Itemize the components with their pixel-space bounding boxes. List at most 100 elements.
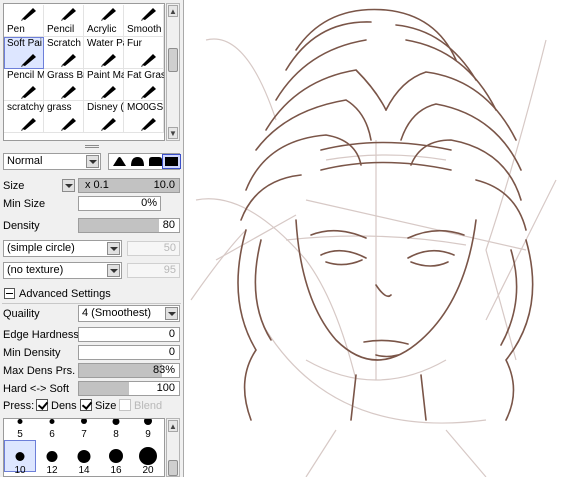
round-shape-icon[interactable]: [129, 155, 146, 168]
max-dens-prs-value: 83%: [152, 364, 175, 376]
max-dens-prs-fill: [79, 364, 162, 377]
tool-cell[interactable]: Fur: [124, 37, 164, 69]
tool-cell[interactable]: Acrylic: [84, 5, 124, 37]
quality-select[interactable]: 4 (Smoothest): [78, 305, 180, 322]
min-density-slider[interactable]: 0: [78, 345, 180, 360]
brush-dot-icon: [49, 419, 55, 424]
tool-cell[interactable]: Paint Ma: [84, 69, 124, 101]
tool-cell[interactable]: Pencil M: [4, 69, 44, 101]
tool-cell[interactable]: Smooth: [124, 5, 164, 37]
scroll-up-icon[interactable]: ▲: [168, 420, 178, 432]
brush-dot-icon: [46, 450, 58, 462]
tool-cell[interactable]: Disney (: [84, 101, 124, 133]
scratchy-brush-icon: [19, 115, 39, 131]
brush-shape-select[interactable]: (simple circle): [3, 240, 122, 257]
press-blend-label: Blend: [134, 400, 163, 412]
tool-label: Pencil: [47, 24, 75, 35]
texture-select[interactable]: (no texture): [3, 262, 122, 279]
size-slider[interactable]: x 0.1 10.0: [78, 178, 180, 193]
tool-cell[interactable]: Water Pa: [84, 37, 124, 69]
tool-cell[interactable]: Fat Gras: [124, 69, 164, 101]
size-multiplier-dropdown[interactable]: [62, 179, 75, 192]
chevron-down-icon[interactable]: [86, 155, 99, 168]
size-preset[interactable]: 14: [68, 440, 100, 476]
tool-cell[interactable]: Scratch I: [44, 37, 84, 69]
quality-label: Quaility: [3, 308, 40, 320]
tool-cell[interactable]: Soft Pai: [4, 37, 44, 69]
brush-dot-icon: [112, 419, 120, 425]
drawing-canvas[interactable]: [186, 0, 563, 477]
max-dens-prs-slider[interactable]: 83%: [78, 363, 180, 378]
grass-brush-icon: [59, 83, 79, 99]
scroll-thumb[interactable]: [168, 460, 178, 476]
edge-hardness-slider[interactable]: 0: [78, 327, 180, 342]
scroll-up-icon[interactable]: ▲: [168, 5, 178, 17]
press-size-checkbox[interactable]: [80, 399, 92, 411]
flat-shape-icon[interactable]: [111, 155, 128, 168]
tool-label: Disney (: [87, 102, 124, 113]
size-preset[interactable]: 9: [132, 419, 164, 441]
fur-brush-icon: [139, 51, 159, 67]
tool-cell[interactable]: Grass Br: [44, 69, 84, 101]
hard-soft-slider[interactable]: 100: [78, 381, 180, 396]
tool-label: Pen: [7, 24, 25, 35]
brush-size-presets: 5 6 7 8 9 10 12 14 16 20: [3, 418, 165, 477]
pencil-mix-icon: [19, 83, 39, 99]
square-shape-icon[interactable]: [147, 155, 164, 168]
chevron-down-icon[interactable]: [107, 264, 120, 277]
chevron-down-icon[interactable]: [107, 242, 120, 255]
density-slider[interactable]: 80: [78, 218, 180, 233]
tool-cell[interactable]: Pen: [4, 5, 44, 37]
tool-cell[interactable]: Pencil: [44, 5, 84, 37]
size-preset[interactable]: 5: [4, 419, 36, 441]
chevron-down-icon[interactable]: [165, 307, 178, 320]
size-preset[interactable]: 20: [132, 440, 164, 476]
press-label: Press:: [3, 400, 35, 412]
size-preset[interactable]: 12: [36, 440, 68, 476]
min-density-value: 0: [168, 346, 175, 358]
panel-splitter-grip[interactable]: [85, 145, 99, 148]
brush-dot-icon: [139, 447, 157, 465]
tool-label: Acrylic: [87, 24, 117, 35]
tool-label: Water Pa: [87, 38, 124, 49]
disney-brush-icon: [99, 115, 119, 131]
edge-hardness-value: 0: [168, 328, 175, 340]
hard-soft-fill: [79, 382, 129, 395]
water-paint-icon: [99, 51, 119, 67]
size-grid-scrollbar[interactable]: ▲: [166, 418, 180, 477]
size-preset[interactable]: 10: [4, 440, 36, 476]
tool-label: Smooth: [127, 24, 162, 35]
press-blend-checkbox[interactable]: [119, 399, 131, 411]
scroll-down-icon[interactable]: ▼: [168, 127, 178, 139]
smudge-icon: [139, 5, 159, 21]
size-preset[interactable]: 8: [100, 419, 132, 441]
min-size-field[interactable]: 0%: [78, 196, 161, 211]
pencil-icon: [59, 5, 79, 21]
quality-value: 4 (Smoothest): [82, 307, 152, 319]
size-value: 10.0: [153, 179, 175, 191]
hard-soft-label: Hard <-> Soft: [3, 383, 70, 395]
size-preset[interactable]: 6: [36, 419, 68, 441]
tool-grid-scrollbar[interactable]: ▲ ▼: [166, 3, 180, 141]
tool-label: MO0GS: [127, 102, 164, 113]
min-size-label: Min Size: [3, 198, 46, 210]
paint-marker-icon: [99, 83, 119, 99]
blend-mode-select[interactable]: Normal: [3, 153, 101, 170]
advanced-settings-title: Advanced Settings: [19, 288, 111, 300]
tool-cell[interactable]: grass: [44, 101, 84, 133]
tool-cell[interactable]: scratchy: [4, 101, 44, 133]
tool-label: scratchy: [7, 102, 44, 113]
filled-square-icon[interactable]: [162, 154, 181, 169]
soft-paint-icon: [19, 51, 39, 67]
tool-label: Soft Pai: [7, 38, 43, 49]
size-preset[interactable]: 7: [68, 419, 100, 441]
scroll-thumb[interactable]: [168, 48, 178, 72]
density-label: Density: [3, 220, 40, 232]
tool-label: Fur: [127, 38, 142, 49]
custom-brush-icon: [139, 115, 159, 131]
size-preset-label: 9: [145, 429, 151, 440]
press-dens-checkbox[interactable]: [36, 399, 48, 411]
collapse-icon[interactable]: [4, 288, 15, 299]
size-preset[interactable]: 16: [100, 440, 132, 476]
tool-cell[interactable]: MO0GS: [124, 101, 164, 133]
